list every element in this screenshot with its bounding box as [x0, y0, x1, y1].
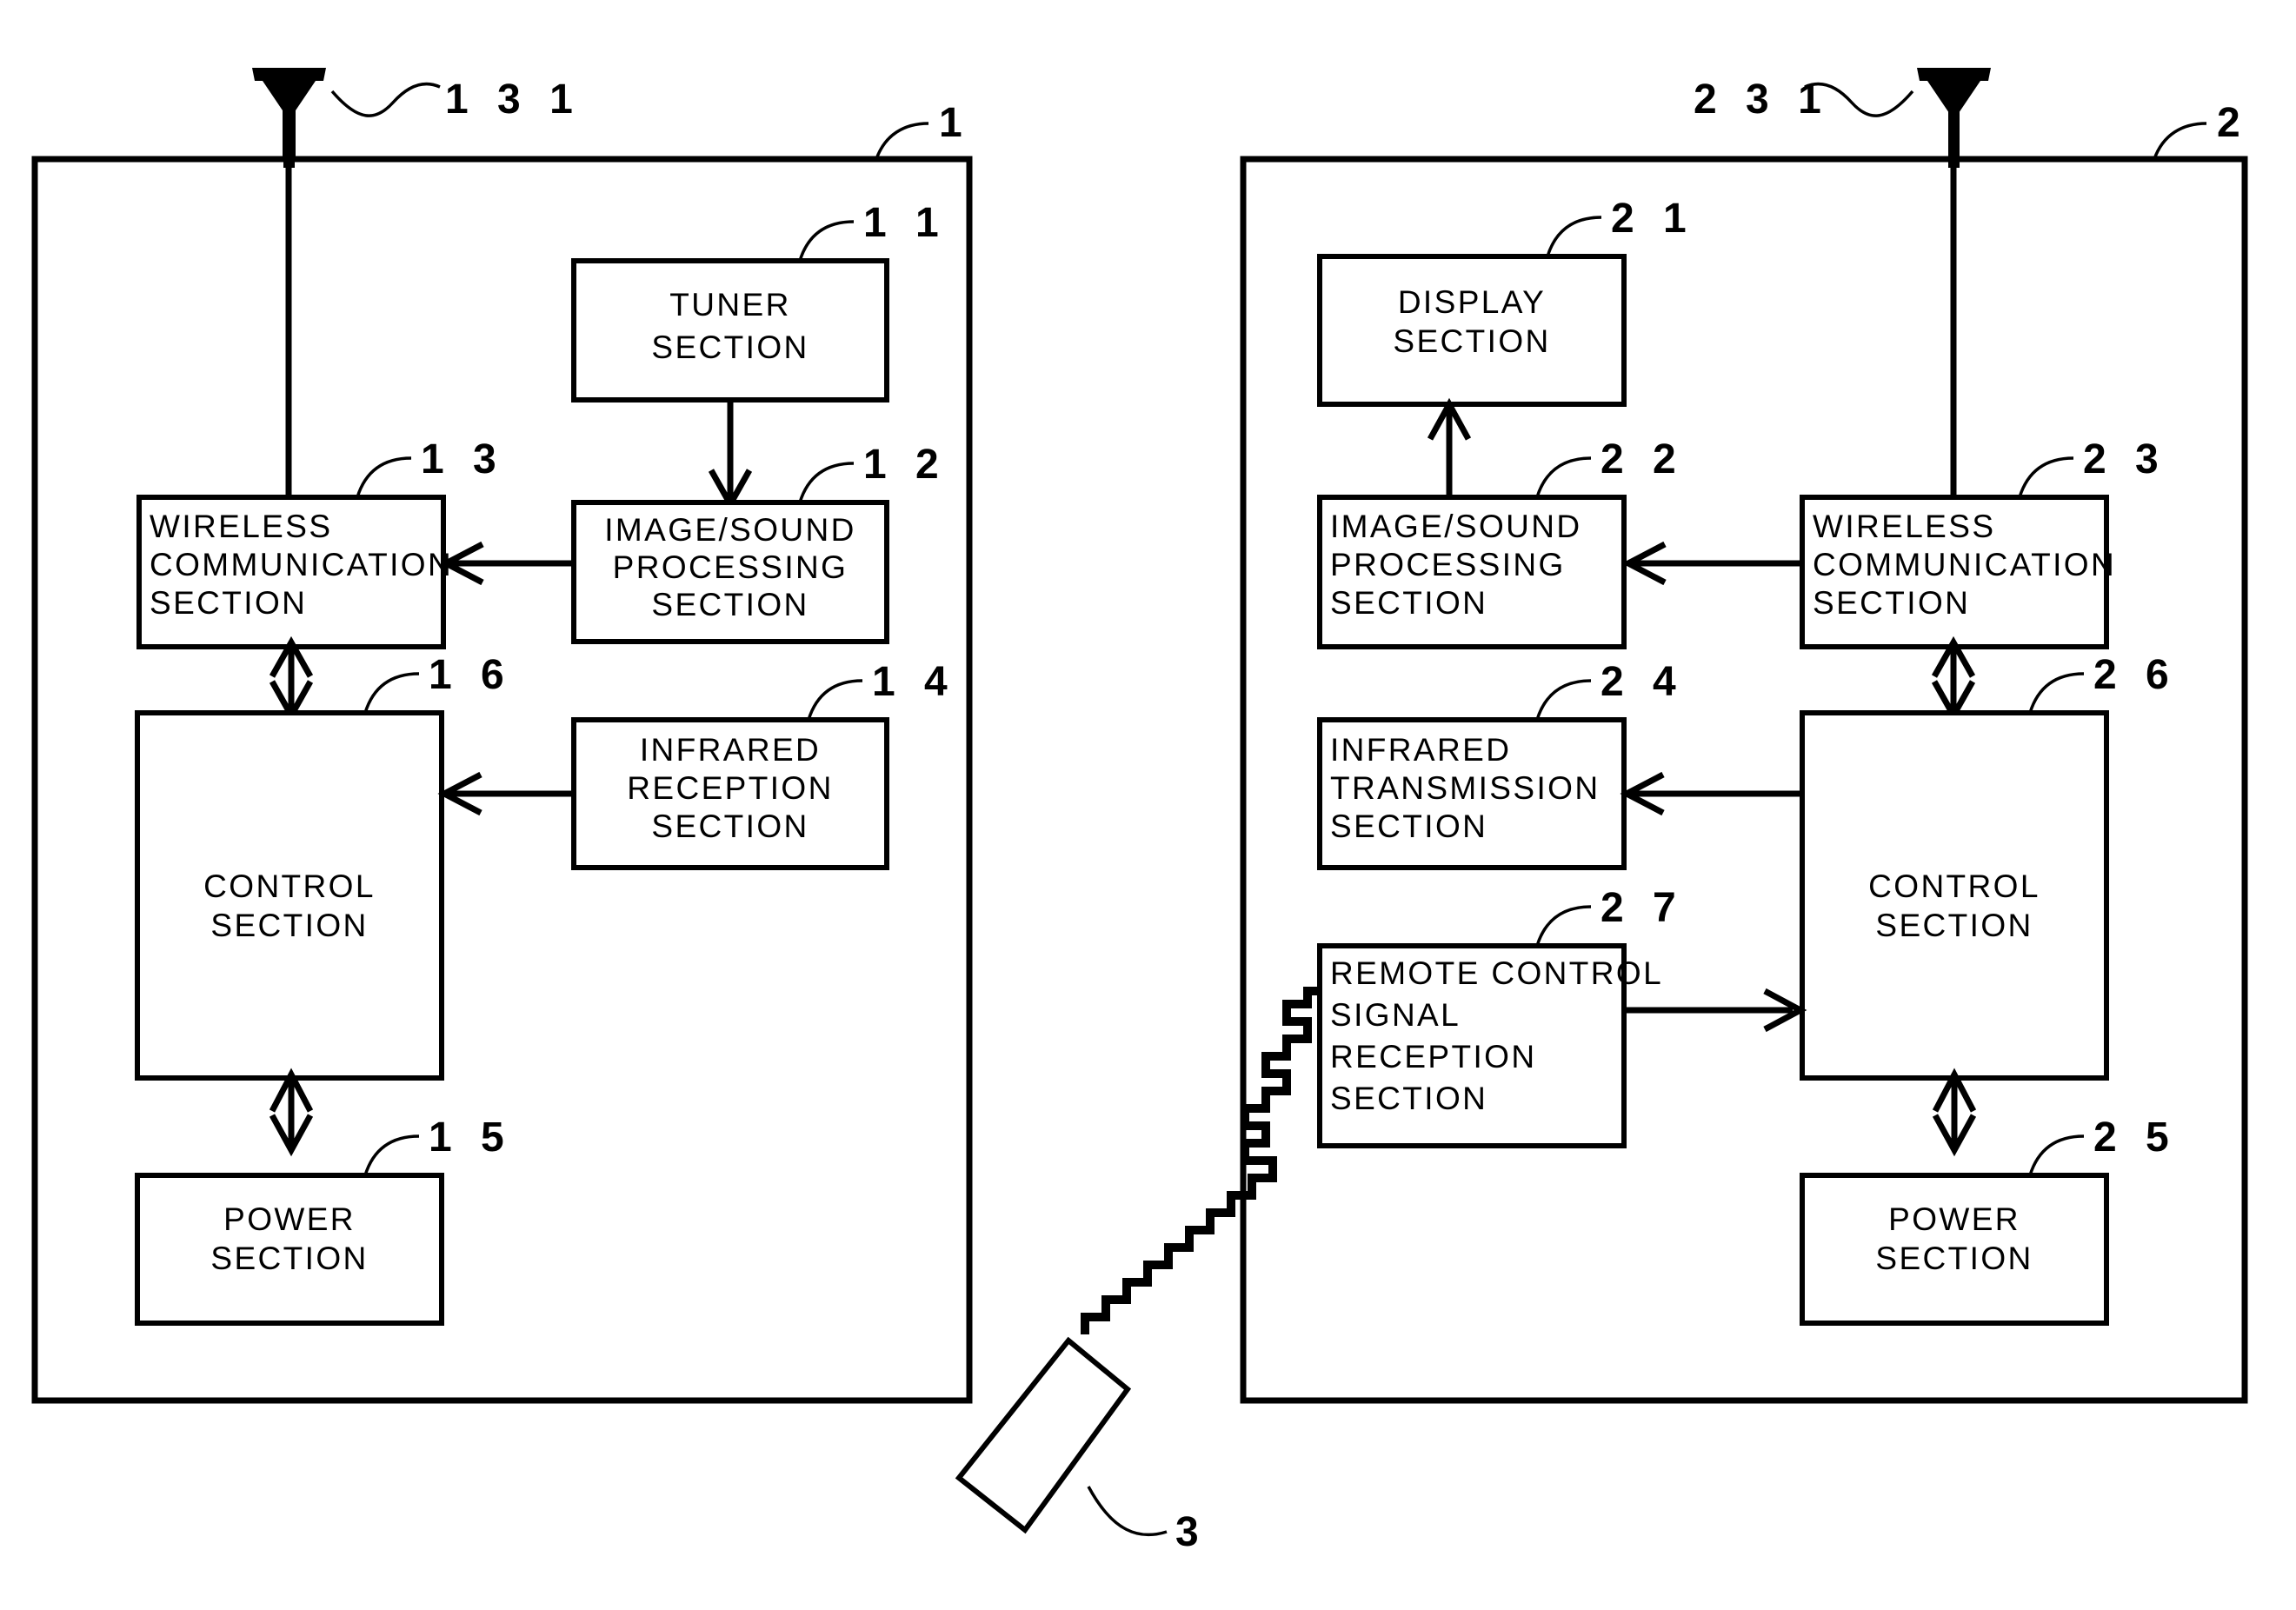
leader-12: [798, 462, 855, 503]
leader-26: [2028, 672, 2085, 714]
infrared-beam-zigzag: [1081, 987, 1320, 1334]
ref-23: 2 3: [2083, 436, 2167, 482]
leader-22: [1535, 456, 1592, 498]
device-transmitter-group: 1 3 1 1 TUNER SECTION 1 1 IMAGE/SOUND PR…: [31, 68, 973, 1404]
leader-24: [1535, 679, 1592, 721]
ref-14: 1 4: [872, 659, 956, 705]
ref-11: 1 1: [863, 200, 948, 246]
ref-16: 1 6: [429, 652, 513, 698]
tuner-section-line2: SECTION: [651, 329, 809, 365]
leader-14: [807, 679, 863, 721]
leader-131: [330, 82, 441, 117]
irrecv-line1: INFRARED: [640, 732, 821, 768]
wireless2-line2: COMMUNICATION: [1813, 547, 2116, 582]
leader-11: [798, 220, 855, 262]
leader-21: [1546, 216, 1602, 257]
remote-controller-group: 3: [955, 987, 1320, 1555]
ref-15: 1 5: [429, 1114, 513, 1161]
wireless-line2: COMMUNICATION: [150, 547, 453, 582]
irxmit-line1: INFRARED: [1330, 732, 1511, 768]
leader-3: [1087, 1486, 1168, 1537]
power-line2: SECTION: [210, 1241, 368, 1276]
rcsr-line4: SECTION: [1330, 1081, 1487, 1116]
imgsnd2-line2: PROCESSING: [1330, 547, 1566, 582]
remote-controller-body[interactable]: [955, 1336, 1132, 1534]
ref-24: 2 4: [1601, 659, 1685, 705]
imgsnd-line2: PROCESSING: [613, 549, 849, 585]
ref-2: 2: [2217, 100, 2249, 146]
rcsr-line2: SIGNAL: [1330, 997, 1461, 1033]
control2-line1: CONTROL: [1868, 868, 2040, 904]
control-line1: CONTROL: [203, 868, 376, 904]
rcsr-line3: RECEPTION: [1330, 1039, 1536, 1074]
wireless-line3: SECTION: [150, 585, 307, 621]
figure-canvas: 1 3 1 1 TUNER SECTION 1 1 IMAGE/SOUND PR…: [0, 0, 2296, 1610]
irxmit-line2: TRANSMISSION: [1330, 770, 1600, 806]
leader-23: [2018, 456, 2074, 498]
irxmit-line3: SECTION: [1330, 808, 1487, 844]
ref-13: 1 3: [421, 436, 505, 482]
ref-22: 2 2: [1601, 436, 1685, 482]
ref-25: 2 5: [2093, 1114, 2178, 1161]
wireless2-line3: SECTION: [1813, 585, 1970, 621]
imgsnd2-line1: IMAGE/SOUND: [1330, 509, 1582, 544]
leader-1: [875, 122, 929, 160]
imgsnd-line1: IMAGE/SOUND: [604, 512, 856, 548]
ref-131: 1 3 1: [445, 77, 582, 123]
ref-231: 2 3 1: [1694, 77, 1830, 123]
wireless-line1: WIRELESS: [150, 509, 332, 544]
display-line1: DISPLAY: [1398, 284, 1546, 320]
leader-25: [2028, 1134, 2085, 1176]
irrecv-line3: SECTION: [651, 808, 809, 844]
leader-15: [363, 1134, 420, 1176]
ref-27: 2 7: [1601, 885, 1685, 931]
ref-26: 2 6: [2093, 652, 2178, 698]
block-diagram: 1 3 1 1 TUNER SECTION 1 1 IMAGE/SOUND PR…: [31, 68, 2249, 1555]
ref-1: 1: [939, 100, 971, 146]
control2-line2: SECTION: [1875, 908, 2033, 943]
ref-12: 1 2: [863, 442, 948, 488]
ref-3: 3: [1175, 1509, 1208, 1555]
leader-27: [1535, 905, 1592, 947]
power2-line2: SECTION: [1875, 1241, 2033, 1276]
wireless2-line1: WIRELESS: [1813, 509, 1995, 544]
leader-16: [363, 672, 420, 714]
power2-line1: POWER: [1888, 1201, 2020, 1237]
irrecv-line2: RECEPTION: [627, 770, 833, 806]
imgsnd2-line3: SECTION: [1330, 585, 1487, 621]
rcsr-line1: REMOTE CONTROL: [1330, 955, 1663, 991]
imgsnd-line3: SECTION: [651, 587, 809, 622]
tuner-section-line1: TUNER: [669, 287, 790, 323]
ref-21: 2 1: [1611, 196, 1695, 242]
leader-2: [2153, 122, 2207, 160]
device-receiver-group: 2 3 1 2 DISPLAY SECTION 2 1 IMAGE/SOUND …: [1240, 68, 2249, 1404]
display-line2: SECTION: [1393, 323, 1550, 359]
control-line2: SECTION: [210, 908, 368, 943]
leader-13: [356, 456, 412, 498]
power-line1: POWER: [223, 1201, 356, 1237]
